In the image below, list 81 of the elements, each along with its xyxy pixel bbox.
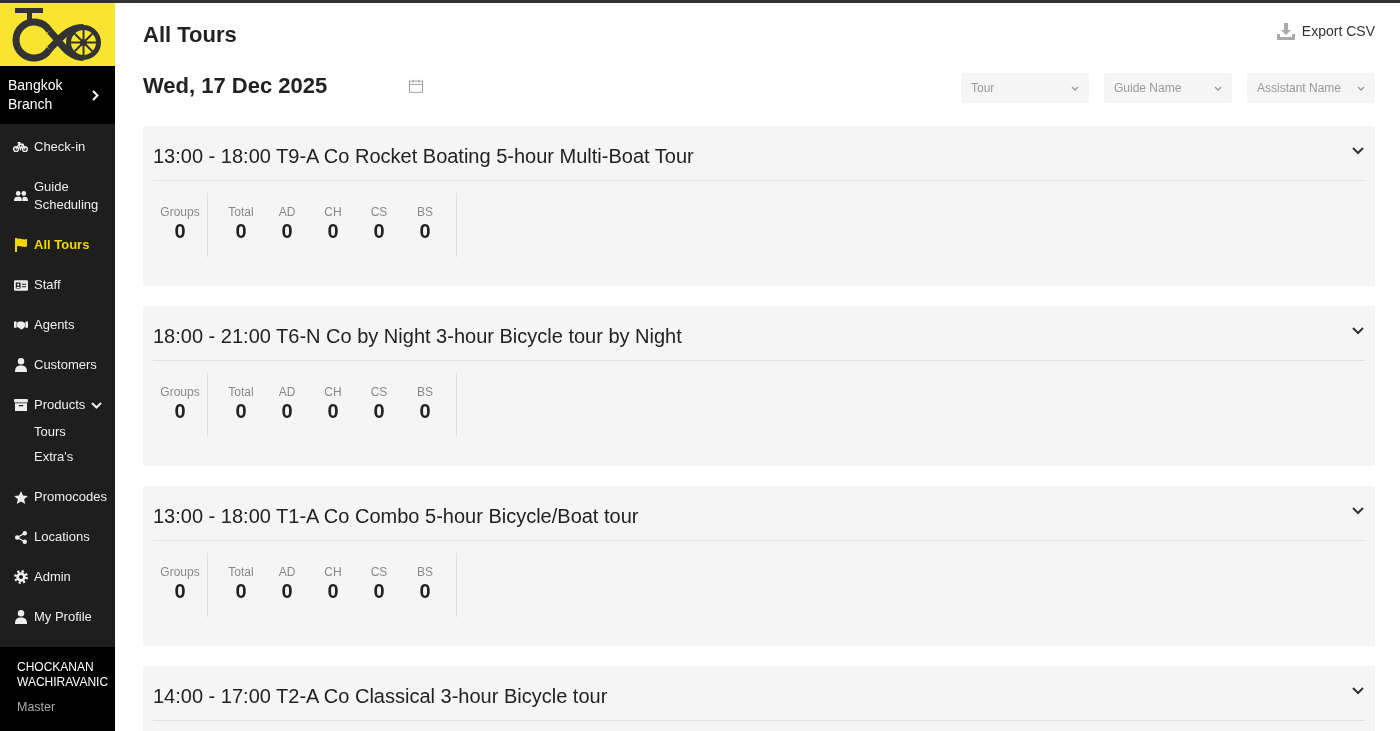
stat-value: 0 (174, 399, 186, 423)
stat-value: 0 (281, 579, 293, 603)
nav-item[interactable]: My Profile (0, 597, 115, 637)
gear-icon (13, 570, 28, 584)
stat-value: 0 (373, 579, 385, 603)
nav-subitem[interactable]: Tours (0, 419, 115, 444)
stat-label: CH (324, 385, 342, 399)
download-icon (1276, 22, 1295, 40)
stat-label: CH (324, 205, 342, 219)
nav-subitem[interactable]: Extra's (0, 444, 115, 469)
nav-item[interactable]: Locations (0, 517, 115, 557)
chevron-down-icon[interactable] (1352, 507, 1364, 515)
branch-selector[interactable]: Bangkok Branch (0, 66, 115, 124)
chevron-down-icon (1071, 85, 1079, 91)
handshake-icon (13, 320, 28, 330)
stat-value: 0 (327, 579, 339, 603)
stat-value: 0 (327, 399, 339, 423)
people-icon (13, 191, 28, 201)
stat-value: 0 (281, 399, 293, 423)
chevron-right-icon (92, 89, 99, 101)
tour-title: 18:00 - 21:00 T6-N Co by Night 3-hour Bicycle tour by Night (153, 324, 682, 349)
stat-value: 0 (419, 219, 431, 243)
stat-value: 0 (174, 219, 186, 243)
stat-label: CS (370, 385, 388, 399)
stat-value: 0 (419, 579, 431, 603)
nav-item[interactable]: Check-in (0, 127, 115, 167)
stat-label: Total (228, 385, 254, 399)
chevron-down-icon[interactable] (1352, 327, 1364, 335)
chevron-down-icon[interactable] (1352, 147, 1364, 155)
stat-label: Groups (160, 385, 200, 399)
stat-label: BS (417, 385, 433, 399)
stat-label: CS (370, 205, 388, 219)
stat-label: Groups (160, 205, 200, 219)
tour-title: 14:00 - 17:00 T2-A Co Classical 3-hour Bicycle tour (153, 684, 608, 709)
stat-label: BS (417, 565, 433, 579)
user-role: Master (17, 700, 57, 715)
nav-item[interactable]: Agents (0, 305, 115, 345)
user-name: CHOCKANAN WACHIRAVANIC (17, 660, 110, 690)
chevron-down-icon (1214, 85, 1222, 91)
id-card-icon (13, 279, 28, 291)
bicycle-icon (13, 142, 28, 152)
calendar-icon[interactable] (409, 79, 423, 93)
stat-value: 0 (281, 219, 293, 243)
stat-value: 0 (235, 579, 247, 603)
date-text: Wed, 17 Dec 2025 (143, 72, 328, 100)
stat-value: 0 (235, 399, 247, 423)
nav-item[interactable]: Products (0, 385, 115, 416)
tour-title: 13:00 - 18:00 T1-A Co Combo 5-hour Bicycle/Boat tour (153, 504, 639, 529)
page-title: All Tours (143, 21, 237, 49)
stat-label: CH (324, 565, 342, 579)
nav-item[interactable]: Customers (0, 345, 115, 385)
stat-label: CS (370, 565, 388, 579)
chevron-down-icon (1357, 85, 1365, 91)
star-icon (13, 490, 28, 504)
stat-value: 0 (235, 219, 247, 243)
stat-value: 0 (373, 219, 385, 243)
flag-icon (14, 238, 27, 252)
stat-value: 0 (174, 579, 186, 603)
nav-item[interactable]: Guide Scheduling (0, 167, 115, 225)
chevron-down-icon[interactable] (1352, 687, 1364, 695)
nav-item[interactable]: Promocodes (0, 477, 115, 517)
stat-label: BS (417, 205, 433, 219)
share-icon (14, 530, 27, 544)
stat-label: Groups (160, 565, 200, 579)
stat-value: 0 (327, 219, 339, 243)
stat-label: AD (278, 565, 296, 579)
user-icon (14, 358, 27, 372)
nav-item[interactable]: Staff (0, 265, 115, 305)
nav-item[interactable]: All Tours (0, 225, 115, 265)
stat-label: AD (278, 205, 296, 219)
stat-label: Total (228, 565, 254, 579)
logo[interactable] (0, 3, 115, 66)
stat-value: 0 (373, 399, 385, 423)
stat-label: AD (278, 385, 296, 399)
export-button[interactable]: Export CSV (1276, 22, 1375, 40)
tour-title: 13:00 - 18:00 T9-A Co Rocket Boating 5-hour Multi-Boat Tour (153, 144, 694, 169)
stat-value: 0 (419, 399, 431, 423)
user-icon (14, 610, 27, 624)
nav-item[interactable]: Admin (0, 557, 115, 597)
archive-box-icon (13, 399, 28, 411)
stat-label: Total (228, 205, 254, 219)
